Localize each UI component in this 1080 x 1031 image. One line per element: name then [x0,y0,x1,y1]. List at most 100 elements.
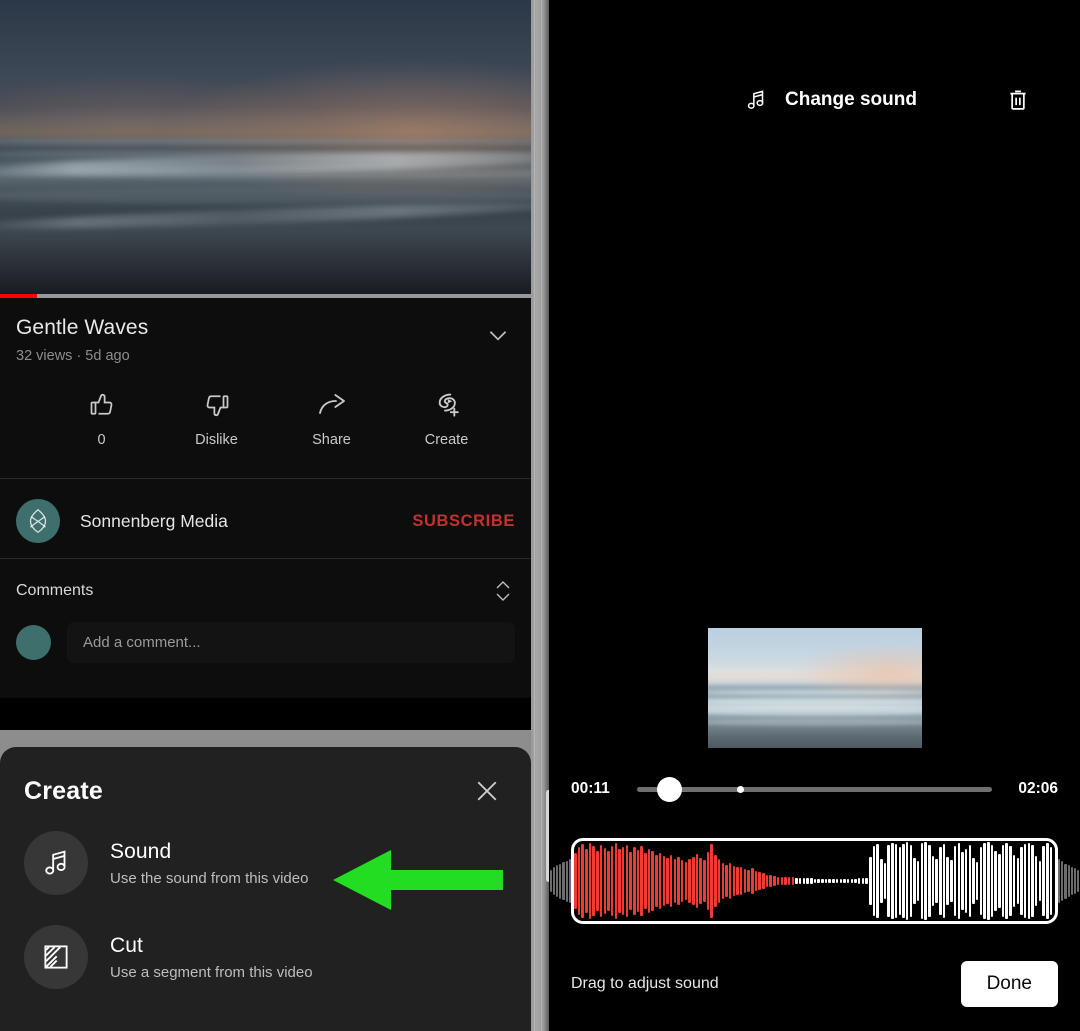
waveform-bar-outside [1073,868,1077,894]
download-button[interactable]: Dow [504,388,531,448]
waveform-bar [961,852,964,910]
timeline-thumb[interactable] [656,777,682,802]
video-player[interactable] [0,0,531,298]
waveform-bar [655,854,658,908]
waveform-bar [669,855,673,907]
sound-editor-panel: Change sound 00:11 02:06 Drag to adjust … [549,0,1080,1031]
waveform-bar [787,877,791,885]
waveform-bar [880,859,883,903]
close-icon [472,776,502,806]
waveform-bar [894,843,898,919]
waveform-bar [1027,842,1031,920]
subscribe-button[interactable]: SUBSCRIBE [412,512,515,531]
waveform-bar [747,869,750,893]
video-metadata: Gentle Waves 32 views · 5d ago [0,302,531,364]
video-progress-played [0,294,38,298]
add-comment-row[interactable]: Add a comment... [0,622,531,663]
waveform-bar [883,863,887,899]
waveform-bar [1034,856,1038,906]
comments-header[interactable]: Comments [0,570,531,612]
waveform-bar [972,857,975,905]
waveform-bar [975,861,979,901]
waveform-area[interactable] [549,838,1080,924]
done-button[interactable]: Done [960,961,1058,1007]
waveform-bar [784,877,787,885]
sort-icon[interactable] [491,578,515,604]
waveform-bar [633,847,636,915]
waveform-bar [574,853,577,909]
share-button[interactable]: Share [274,388,389,448]
waveform-bar [1042,845,1045,917]
waveform-bar [1038,861,1042,901]
waveform-bar [854,878,857,884]
timeline-start-time: 00:11 [571,780,610,797]
timeline-track[interactable] [637,772,992,806]
share-label: Share [312,432,351,448]
waveform-bar [817,878,820,884]
create-button[interactable]: Create [389,388,504,448]
waveform-bar [964,849,968,913]
waveform-bar [909,845,913,917]
waveform-bar [692,856,695,906]
like-button[interactable]: 0 [44,388,159,448]
dislike-button[interactable]: Dislike [159,388,274,448]
add-comment-input[interactable]: Add a comment... [67,622,515,663]
waveform-bar [703,860,706,902]
comments-title: Comments [16,582,94,599]
video-wave-3 [0,166,531,179]
waveform-bar [802,878,806,884]
video-progress-bar[interactable] [0,294,531,298]
expand-description-button[interactable] [481,318,515,352]
sheet-title: Create [24,776,104,805]
video-title: Gentle Waves [16,316,149,339]
waveform-bar [828,878,831,884]
waveform-bar [592,845,595,917]
video-thumbnail-preview[interactable] [708,628,922,748]
waveform-bar [736,867,739,895]
delete-sound-button[interactable] [998,80,1038,120]
waveform-bar-outside [1058,858,1061,904]
waveform-bar [1023,844,1027,918]
waveform-bar [607,850,610,912]
sheet-item-cut[interactable]: Cut Use a segment from this video [0,925,531,989]
waveform-bar [1049,846,1053,916]
waveform-outside-right [1058,838,1080,924]
channel-row[interactable]: Sonnenberg Media SUBSCRIBE [0,488,531,554]
close-sheet-button[interactable] [467,771,507,811]
waveform-bar-outside [1077,869,1080,893]
waveform-bar [776,876,780,886]
waveform-bar [762,873,765,889]
waveform-bar [714,854,717,908]
waveform-bar-outside [1064,863,1067,899]
waveform-outside-left [549,838,571,924]
waveform-bar [743,869,747,893]
waveform-bar [658,852,662,910]
waveform-bar [813,878,817,884]
waveform-bar [684,861,688,901]
chevron-down-icon [485,322,511,348]
app-screenshot: Gentle Waves 32 views · 5d ago 0 Dislike… [0,0,1080,1031]
waveform-bar [706,852,710,910]
waveform-bar [636,849,640,913]
waveform-bar [924,841,927,921]
waveform-bar [739,866,743,896]
waveform-bar [928,845,931,917]
waveform-bar-outside [1070,866,1073,896]
waveform-selection[interactable] [571,838,1058,924]
waveform-bars [574,841,1055,921]
waveform-bar [916,861,920,901]
waveform-bar [869,857,872,905]
waveform-bar [603,847,606,915]
sound-timeline[interactable]: 00:11 02:06 [571,772,1058,806]
change-sound-button[interactable]: Change sound [729,78,931,122]
video-wave-1 [0,138,531,144]
waveform-bar [673,859,677,903]
waveform-bar [618,849,621,913]
waveform-bar [835,878,839,884]
waveform-bar [861,878,865,884]
waveform-bar [876,844,879,918]
youtube-watch-panel: Gentle Waves 32 views · 5d ago 0 Dislike… [0,0,531,1031]
waveform-bar [765,874,769,888]
waveform-bar [677,857,680,905]
divider-actions [0,478,531,479]
